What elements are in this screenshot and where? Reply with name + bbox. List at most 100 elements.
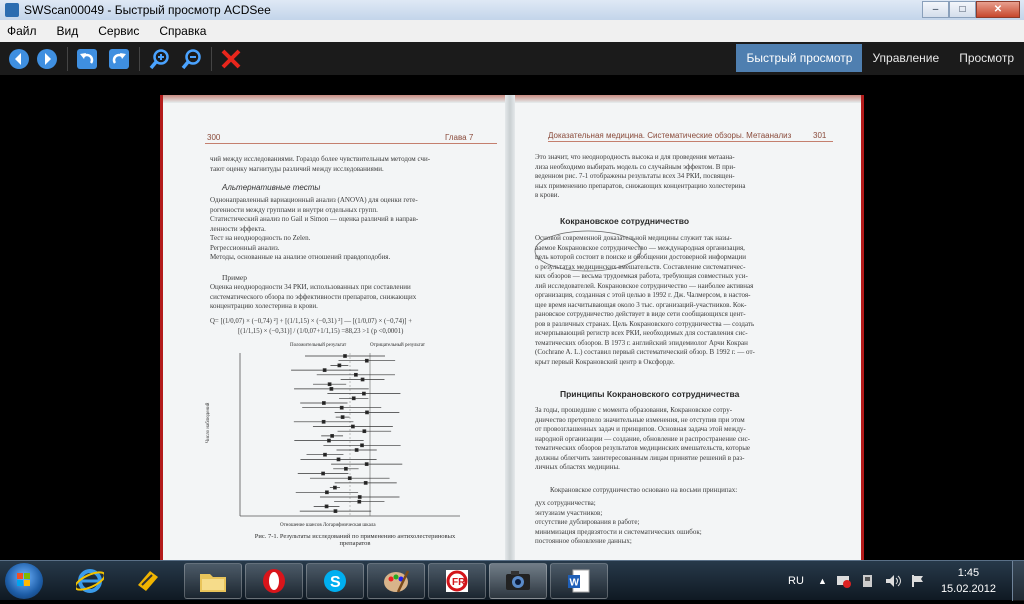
alt-tests-list: Однонаправленный вариационный анализ (AN… [210,196,500,263]
right-header-rule [548,141,833,142]
forest-row-point [365,410,369,415]
power-flag-icon[interactable] [910,561,926,601]
windows-taskbar: S FR W RU ▲ 1:45 15.02.2012 [0,560,1024,601]
forest-row-point [323,452,327,457]
rotate-left-icon[interactable] [75,47,99,71]
forest-row-point [364,358,369,363]
forest-row-point [339,405,344,410]
minimize-button[interactable]: – [922,1,949,18]
svg-text:S: S [330,574,341,591]
rotate-right-icon[interactable] [107,47,131,71]
menu-view[interactable]: Вид [57,24,79,38]
network-warning-icon[interactable] [836,561,852,601]
forest-row-point [329,387,334,391]
delete-icon[interactable] [219,47,243,71]
paint-icon[interactable] [367,563,425,599]
list-item: Методы, основанные на анализе отношений … [210,253,391,261]
forest-row-point [360,443,364,448]
zoom-in-icon[interactable] [147,47,171,71]
right-paragraph-1: Это значит, что неоднородность высока и … [535,153,746,199]
start-button[interactable] [5,563,43,599]
forest-row-point [333,485,337,490]
chevron-up-icon[interactable]: ▲ [818,561,827,601]
clock-time: 1:45 [957,567,980,579]
word-icon[interactable]: W [550,563,608,599]
forest-row-point [357,499,362,504]
principles-heading: Принципы Кокрановского сотрудничества [560,389,740,399]
principles-list: дух сотрудничества; энтузиазм участников… [535,499,835,547]
skype-icon[interactable]: S [306,563,364,599]
forward-arrow-icon[interactable] [35,47,59,71]
forest-row-point [343,354,347,358]
system-clock[interactable]: 1:45 15.02.2012 [941,565,996,597]
forest-row-point [321,471,325,476]
left-header-rule [205,143,497,144]
ie-icon[interactable] [68,563,112,599]
forest-row-point [327,382,332,387]
menu-file[interactable]: Файл [7,24,37,38]
forest-plot-svg [239,353,460,517]
right-page-number: 301 [813,131,827,140]
left-paragraph-2: Оценка неоднородности 34 РКИ, использова… [210,283,417,310]
opera-icon[interactable] [245,563,303,599]
tab-quick-view[interactable]: Быстрый просмотр [736,44,863,72]
language-indicator[interactable]: RU [788,561,804,601]
forest-row-point [324,504,329,509]
scan-left-edge [160,95,163,560]
forest-row-point [333,509,338,513]
forest-row-point [325,490,329,495]
forest-row-point [362,391,366,396]
back-arrow-icon[interactable] [7,47,31,71]
list-item: энтузиазм участников; [535,508,603,517]
svg-text:FR: FR [452,577,466,588]
tab-view[interactable]: Просмотр [949,44,1024,72]
list-item: Тест на неоднородность по Zelen. [210,234,311,242]
right-paragraph-4: Кокрановское сотрудничество основано на … [550,486,738,494]
forest-row-point [336,457,341,462]
forest-row-point [344,466,348,471]
figure-caption: Рис. 7-1. Результаты исследований по при… [254,533,456,547]
list-item: отсутствие дублирования в работе; [535,518,640,526]
zoom-out-icon[interactable] [179,47,203,71]
menu-bar: Файл Вид Сервис Справка [0,20,1024,42]
example-heading: Пример [222,273,248,282]
maximize-button[interactable]: □ [949,1,976,18]
close-button[interactable]: ✕ [976,1,1020,18]
image-viewer[interactable]: 300 Глава 7 чий между исследованиями. Го… [0,75,1024,560]
toolbar-separator [67,46,68,71]
forest-row-point [351,396,356,401]
clock-date: 15.02.2012 [940,583,996,595]
menu-tools[interactable]: Сервис [98,24,139,38]
list-item: постоянное обновление данных; [535,537,632,545]
volume-icon[interactable] [884,561,902,601]
forest-row-point [327,438,331,443]
forest-row-point [362,429,367,434]
menu-help[interactable]: Справка [159,24,206,38]
forest-row-point [322,368,327,372]
device-icon[interactable] [860,561,876,601]
forest-row-point [363,481,368,485]
list-item: Статистический анализ по Gail и Simon — … [210,215,419,233]
forest-row-point [351,424,355,429]
formula-line-1: Q= [(1/0,07) × (−0,74) ²] + [(1/1,15) × … [210,318,413,325]
window-title: SWScan00049 - Быстрый просмотр ACDSee [24,3,271,17]
left-chapter-title: Глава 7 [445,133,474,142]
forest-row-point [337,363,342,368]
cochrane-heading: Кокрановское сотрудничество [560,216,690,226]
toolbar-separator [139,46,140,71]
show-desktop-button[interactable] [1012,561,1024,601]
left-page-number: 300 [207,133,221,142]
scanned-book-spread: 300 Глава 7 чий между исследованиями. Го… [160,95,864,560]
list-item: Регрессионный анализ. [210,243,280,252]
acdsee-icon[interactable] [489,563,547,599]
formula-line-2: [(1/1,15) × (−0,31)] / (1/0,07+1/1,15) =… [238,328,404,335]
finereader-icon[interactable]: FR [428,563,486,599]
fig-positive-label: Положительный результат [290,343,347,348]
winamp-icon[interactable] [126,563,170,599]
title-bar: SWScan00049 - Быстрый просмотр ACDSee – … [0,0,1024,20]
tab-manage[interactable]: Управление [862,44,949,72]
forest-row-point [321,401,326,405]
forest-row-point [321,419,326,424]
explorer-folder-icon[interactable] [184,563,242,599]
toolbar: Быстрый просмотр Управление Просмотр [0,42,1024,75]
